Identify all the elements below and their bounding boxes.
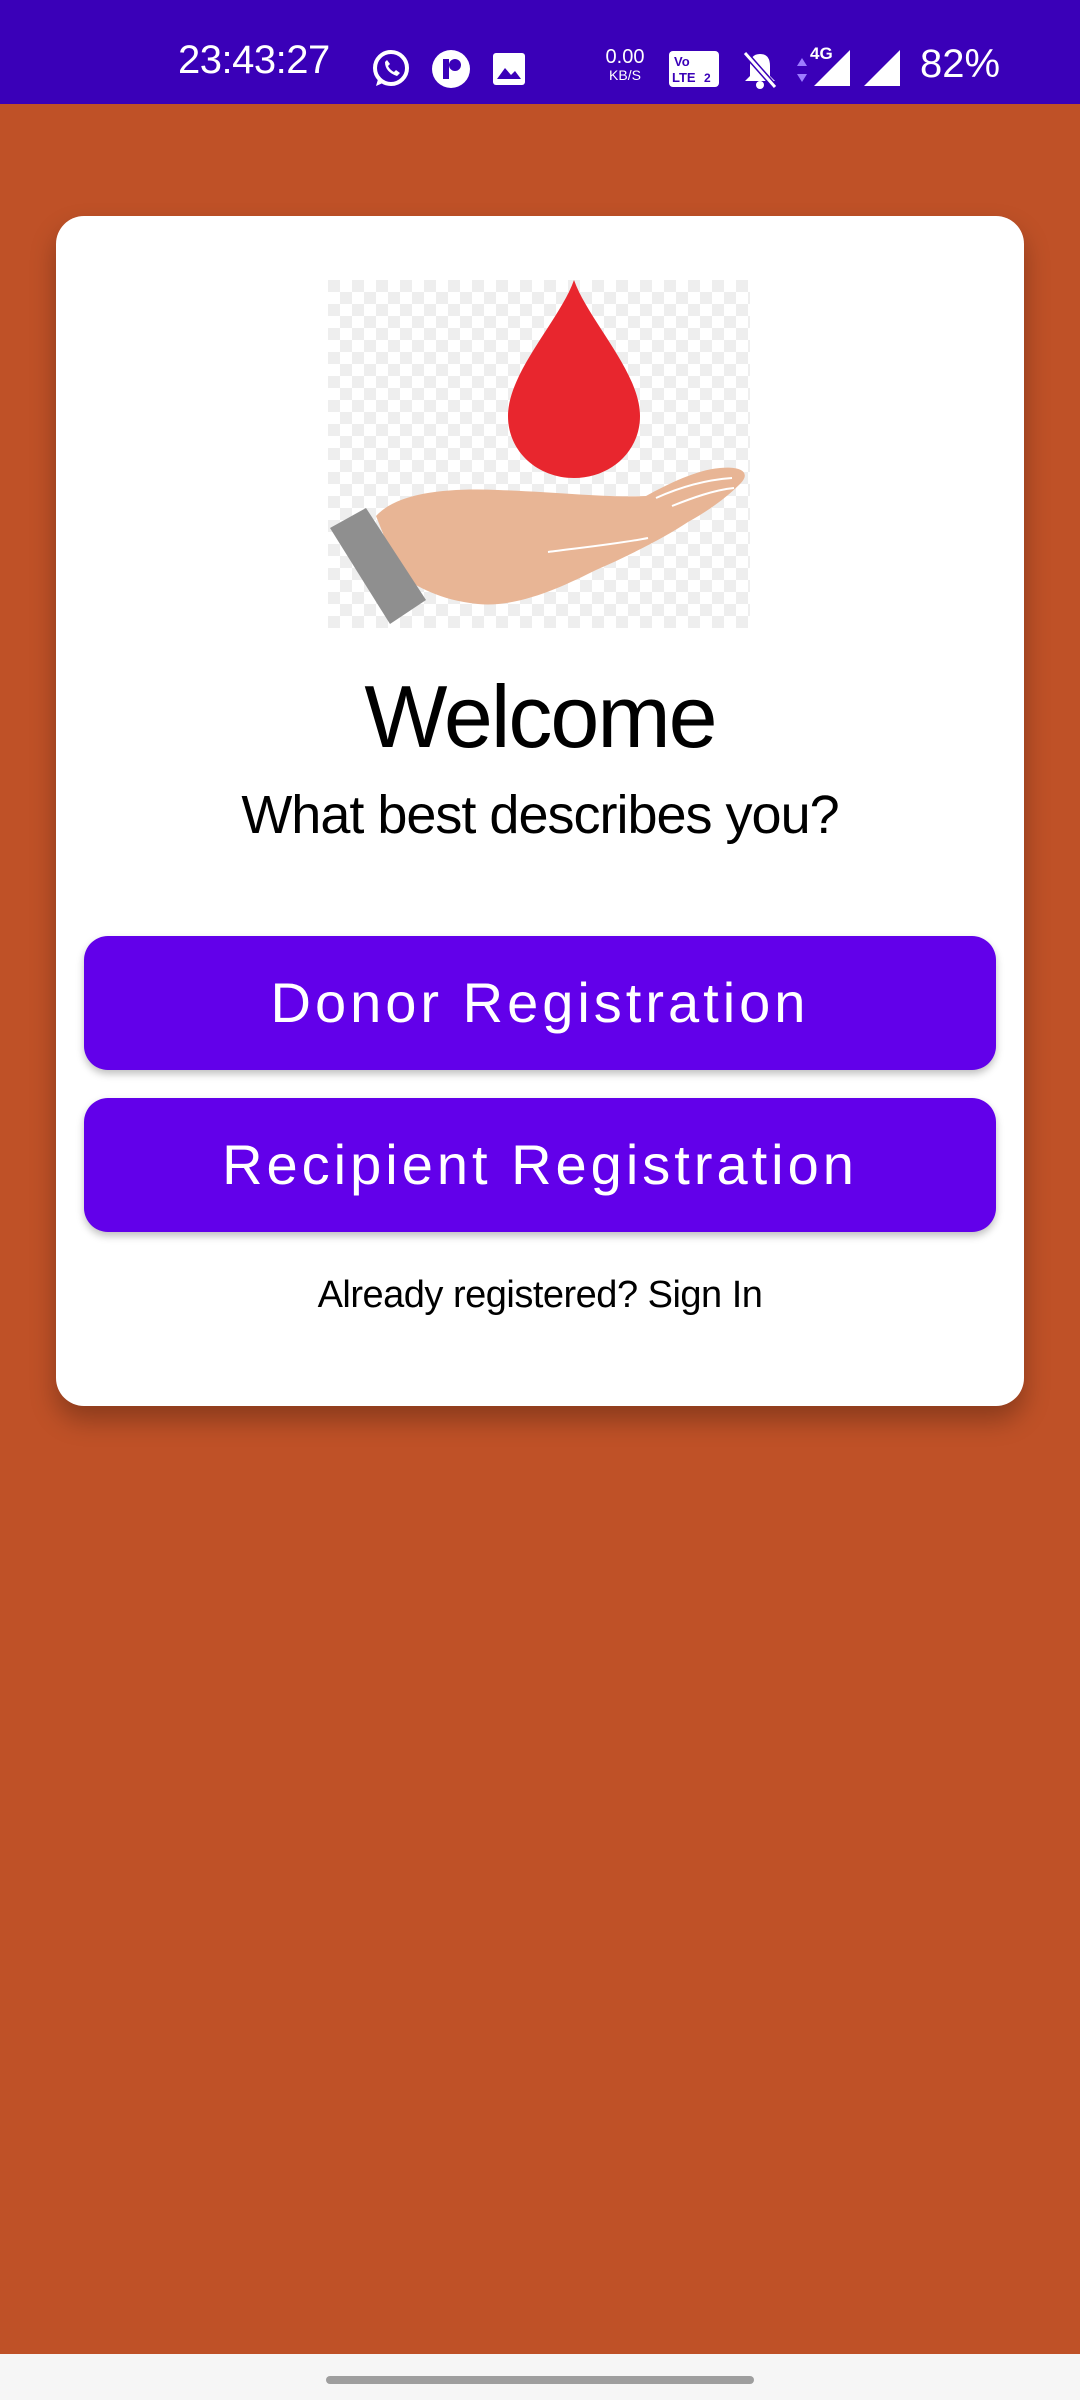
- svg-text:Vo: Vo: [674, 54, 690, 69]
- volte-icon: Vo LTE 2: [669, 51, 719, 87]
- status-bar: 23:43:27 0.00 KB/S Vo LTE 2 4G 82%: [0, 0, 1080, 104]
- signal-icon: [814, 50, 850, 86]
- sign-in-link[interactable]: Already registered? Sign In: [56, 1274, 1024, 1317]
- net-speed-value: 0.00: [605, 46, 645, 68]
- net-speed-unit: KB/S: [609, 67, 641, 83]
- signal-icon: [864, 50, 900, 86]
- blood-drop-hand-icon: [328, 280, 750, 628]
- navigation-bar: [0, 2354, 1080, 2400]
- welcome-card: Welcome What best describes you? Donor R…: [56, 216, 1024, 1406]
- net-speed: 0.00 KB/S: [596, 46, 654, 84]
- home-gesture-handle[interactable]: [326, 2376, 754, 2384]
- recipient-registration-button[interactable]: Recipient Registration: [84, 1098, 996, 1232]
- welcome-title: Welcome: [364, 667, 717, 766]
- battery-level: 82%: [920, 42, 1001, 86]
- status-time: 23:43:27: [178, 38, 330, 82]
- donor-registration-button[interactable]: Donor Registration: [84, 936, 996, 1070]
- data-arrows-icon: [797, 58, 807, 82]
- mute-icon: [742, 51, 778, 89]
- svg-text:LTE: LTE: [672, 70, 696, 85]
- gallery-icon: [493, 53, 525, 85]
- app-notification-icon: [432, 50, 470, 88]
- svg-text:2: 2: [704, 71, 711, 85]
- welcome-subtitle: What best describes you?: [241, 785, 839, 845]
- whatsapp-icon: [373, 50, 409, 86]
